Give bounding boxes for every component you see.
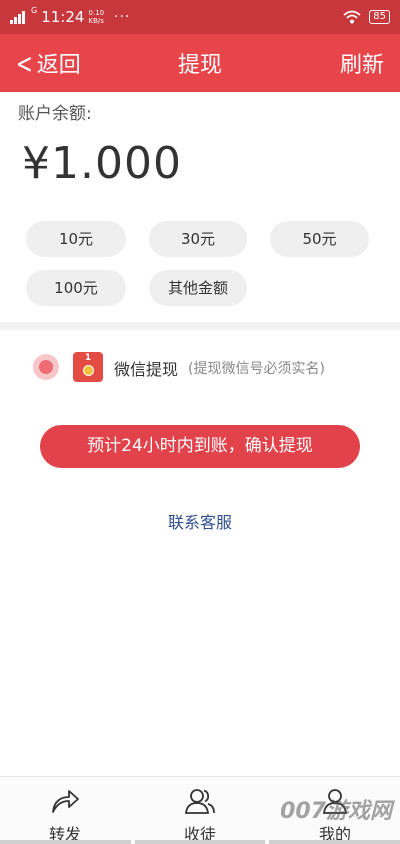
method-note: (提现微信号必须实名) bbox=[188, 361, 325, 377]
radio-selected-icon[interactable] bbox=[33, 354, 59, 380]
amount-option-100[interactable]: 100元 bbox=[26, 270, 126, 306]
amount-option-10[interactable]: 10元 bbox=[26, 221, 126, 257]
amount-option-other[interactable]: 其他金额 bbox=[149, 270, 247, 306]
method-name: 微信提现 bbox=[114, 360, 179, 379]
status-time: 11:24 bbox=[41, 8, 85, 26]
tab-share[interactable]: 转发 bbox=[0, 777, 130, 844]
battery-indicator: 85 bbox=[369, 10, 390, 24]
contact-service-link[interactable]: 联系客服 bbox=[0, 509, 400, 533]
wechat-withdraw-icon: 1 bbox=[73, 352, 103, 382]
chevron-left-icon: < bbox=[16, 46, 33, 80]
users-icon bbox=[184, 789, 215, 814]
medal-icon bbox=[83, 365, 94, 376]
speed-unit: KB/s bbox=[88, 17, 104, 25]
confirm-withdraw-button[interactable]: 预计24小时内到账，确认提现 bbox=[40, 425, 360, 468]
amount-option-30[interactable]: 30元 bbox=[149, 221, 247, 257]
balance-label: 账户余额: bbox=[18, 104, 92, 124]
withdraw-method-wechat[interactable]: 1 微信提现 (提现微信号必须实名) bbox=[0, 346, 400, 386]
refresh-button[interactable]: 刷新 bbox=[340, 47, 384, 79]
watermark: 007游戏网 bbox=[280, 799, 392, 824]
method-icon-number: 1 bbox=[84, 353, 92, 363]
signal-icon bbox=[10, 10, 25, 24]
tab-underline bbox=[0, 840, 400, 844]
status-bar: G 11:24 0.10 KB/s ··· 85 bbox=[0, 0, 400, 34]
amount-option-50[interactable]: 50元 bbox=[270, 221, 369, 257]
balance-amount: ¥1.000 bbox=[22, 138, 182, 189]
share-icon bbox=[52, 790, 79, 813]
speed-value: 0.10 bbox=[88, 9, 105, 17]
tab-apprentice[interactable]: 收徒 bbox=[135, 777, 265, 844]
wifi-icon bbox=[343, 10, 361, 24]
more-dots: ··· bbox=[114, 9, 131, 25]
network-type: G bbox=[31, 6, 38, 15]
network-speed: 0.10 KB/s bbox=[88, 9, 104, 25]
back-label: 返回 bbox=[36, 53, 81, 78]
back-button[interactable]: < 返回 bbox=[16, 46, 81, 80]
section-divider bbox=[0, 322, 400, 330]
nav-bar: < 返回 提现 刷新 bbox=[0, 34, 400, 92]
